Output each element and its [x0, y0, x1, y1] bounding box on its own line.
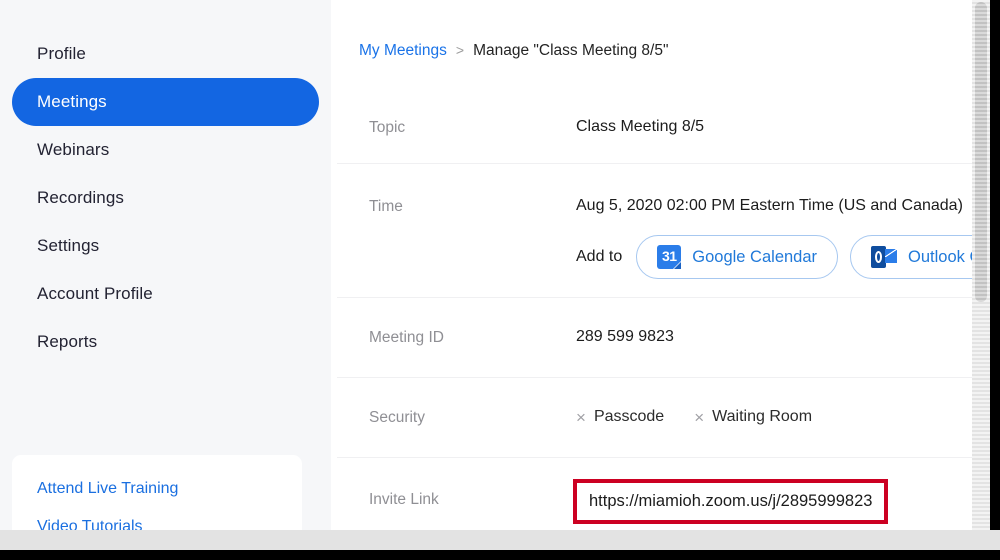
sidebar-item-label: Meetings	[37, 92, 107, 111]
breadcrumb-current-page: Manage "Class Meeting 8/5"	[473, 42, 669, 59]
close-icon: ×	[576, 407, 586, 427]
topic-value: Class Meeting 8/5	[576, 118, 705, 135]
sidebar-item-profile[interactable]: Profile	[12, 30, 319, 78]
outlook-icon-o-glyph	[875, 251, 883, 263]
add-to-outlook-calendar-button[interactable]: Outlook Ca	[850, 235, 972, 279]
sidebar: Profile Meetings Webinars Recordings Set…	[0, 0, 331, 555]
detail-row-invite-link: Invite Link https://miamioh.zoom.us/j/28…	[337, 457, 972, 530]
google-calendar-button-label: Google Calendar	[692, 247, 818, 266]
sidebar-item-recordings[interactable]: Recordings	[12, 174, 319, 222]
meeting-id-value: 289 599 9823	[576, 328, 674, 345]
meeting-id-label: Meeting ID	[369, 329, 444, 346]
invite-link-highlight-box: https://miamioh.zoom.us/j/2895999823	[573, 479, 889, 524]
breadcrumb-separator-icon: >	[455, 42, 465, 58]
scrollbar-thumb[interactable]	[975, 2, 987, 302]
sidebar-item-label: Reports	[37, 332, 98, 351]
sidebar-item-reports[interactable]: Reports	[12, 318, 319, 366]
time-value: Aug 5, 2020 02:00 PM Eastern Time (US an…	[576, 197, 963, 214]
main-content: My Meetings > Manage "Class Meeting 8/5"…	[331, 0, 972, 530]
detail-row-time: Time Aug 5, 2020 02:00 PM Eastern Time (…	[337, 163, 972, 297]
sidebar-item-webinars[interactable]: Webinars	[12, 126, 319, 174]
google-calendar-icon: 31	[657, 245, 682, 269]
security-label: Security	[369, 409, 425, 426]
outlook-icon-envelope-flap	[885, 249, 898, 257]
security-item-label: Passcode	[593, 408, 665, 425]
security-items: × Passcode × Waiting Room	[576, 408, 842, 426]
sidebar-item-meetings[interactable]: Meetings	[12, 78, 319, 126]
outlook-calendar-icon	[871, 246, 898, 268]
sidebar-item-label: Webinars	[37, 140, 110, 159]
zoom-manage-meeting-screen: Profile Meetings Webinars Recordings Set…	[0, 0, 1000, 560]
sidebar-nav-list: Profile Meetings Webinars Recordings Set…	[0, 30, 331, 366]
close-icon: ×	[694, 407, 705, 427]
invite-link-label: Invite Link	[369, 491, 439, 508]
detail-row-topic: Topic Class Meeting 8/5	[337, 93, 972, 163]
add-to-google-calendar-button[interactable]: 31 Google Calendar	[636, 235, 839, 279]
add-to-calendar-group: Add to 31 Google Calendar Outlook	[576, 235, 972, 279]
time-label: Time	[369, 198, 403, 215]
breadcrumb: My Meetings > Manage "Class Meeting 8/5"	[359, 42, 668, 60]
google-calendar-icon-fold-inner	[674, 262, 682, 269]
topic-label: Topic	[369, 119, 406, 136]
security-item-label: Waiting Room	[712, 408, 813, 425]
sidebar-item-account-profile[interactable]: Account Profile	[12, 270, 319, 318]
breadcrumb-my-meetings-link[interactable]: My Meetings	[359, 42, 447, 60]
right-edge-border	[990, 0, 1000, 560]
sidebar-item-label: Recordings	[37, 188, 124, 207]
add-to-label: Add to	[576, 248, 623, 265]
security-item-waiting-room: × Waiting Room	[694, 408, 812, 426]
sidebar-item-label: Account Profile	[37, 284, 153, 303]
invite-link-value[interactable]: https://miamioh.zoom.us/j/2895999823	[589, 492, 872, 510]
vertical-scrollbar[interactable]	[972, 0, 990, 530]
detail-row-security: Security × Passcode × Waiting Room	[337, 377, 972, 457]
sidebar-item-settings[interactable]: Settings	[12, 222, 319, 270]
bottom-chrome-strip	[0, 530, 1000, 550]
outlook-calendar-button-label: Outlook Ca	[908, 247, 972, 266]
sidebar-item-label: Profile	[37, 44, 86, 63]
bottom-edge-border	[0, 550, 1000, 560]
sidebar-item-label: Settings	[37, 236, 100, 255]
detail-row-meeting-id: Meeting ID 289 599 9823	[337, 297, 972, 377]
attend-live-training-link[interactable]: Attend Live Training	[12, 470, 302, 508]
security-item-passcode: × Passcode	[576, 408, 664, 426]
